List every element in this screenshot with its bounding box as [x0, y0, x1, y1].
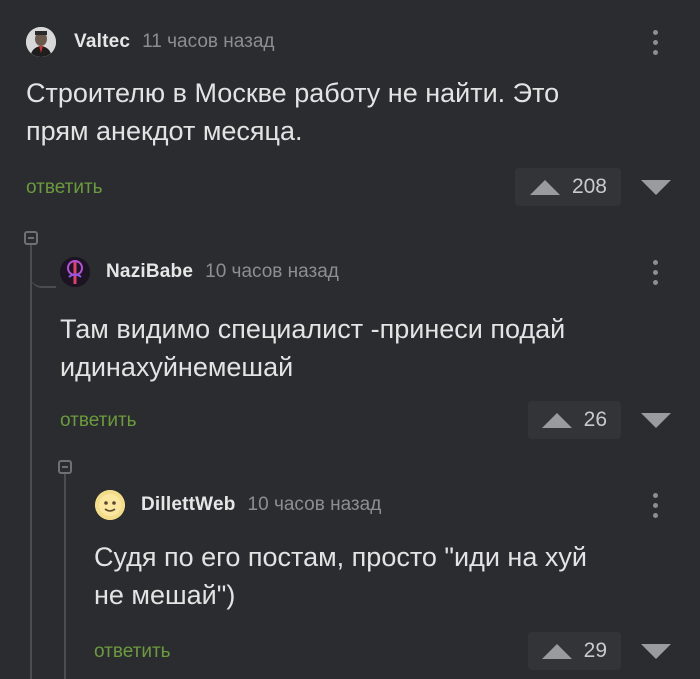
- comment-header: DillettWeb 10 часов назад: [95, 490, 381, 520]
- comment-header: NaziBabe 10 часов назад: [60, 257, 339, 287]
- downvote-button[interactable]: [638, 168, 674, 206]
- downvote-button[interactable]: [638, 401, 674, 439]
- rating-count: 26: [583, 408, 607, 431]
- collapse-thread-icon[interactable]: [24, 231, 38, 245]
- comment-text: Судя по его постам, просто "иди на хуй н…: [94, 542, 587, 610]
- avatar[interactable]: [60, 257, 90, 287]
- timestamp: 10 часов назад: [247, 494, 382, 515]
- downvote-icon: [641, 412, 671, 428]
- rating-count: 29: [583, 639, 607, 662]
- comment-text: Строителю в Москве работу не найти. Это …: [26, 78, 560, 146]
- downvote-icon: [641, 179, 671, 195]
- neon-figure-icon: [60, 257, 90, 287]
- thread-line: [30, 245, 32, 679]
- more-options-icon[interactable]: [645, 27, 665, 57]
- rating-count: 208: [571, 175, 607, 198]
- timestamp: 10 часов назад: [205, 261, 339, 282]
- more-options-icon[interactable]: [645, 490, 665, 520]
- upvote-button[interactable]: 29: [528, 632, 621, 670]
- downvote-icon: [641, 643, 671, 659]
- yellow-face-icon: [95, 490, 125, 520]
- avatar[interactable]: [95, 490, 125, 520]
- upvote-button[interactable]: 208: [515, 168, 621, 206]
- reply-link[interactable]: ответить: [26, 177, 103, 199]
- collapse-thread-icon[interactable]: [58, 460, 72, 474]
- reply-link[interactable]: ответить: [60, 410, 137, 432]
- username[interactable]: Valtec: [74, 31, 130, 53]
- comment-header: Valtec 11 часов назад: [26, 27, 274, 57]
- thread-connector: [30, 248, 56, 288]
- upvote-icon: [529, 179, 560, 195]
- username[interactable]: DillettWeb: [141, 494, 236, 516]
- upvote-icon: [541, 412, 572, 428]
- more-options-icon[interactable]: [645, 257, 665, 287]
- comment-text: Там видимо специалист -принеси подай иди…: [60, 314, 566, 382]
- reply-link[interactable]: ответить: [94, 641, 171, 663]
- downvote-button[interactable]: [638, 632, 674, 670]
- username[interactable]: NaziBabe: [106, 261, 193, 283]
- avatar[interactable]: [26, 27, 56, 57]
- thread-line: [64, 474, 66, 679]
- upvote-button[interactable]: 26: [528, 401, 621, 439]
- upvote-icon: [541, 643, 572, 659]
- user-portrait-icon: [26, 27, 56, 57]
- timestamp: 11 часов назад: [142, 31, 275, 52]
